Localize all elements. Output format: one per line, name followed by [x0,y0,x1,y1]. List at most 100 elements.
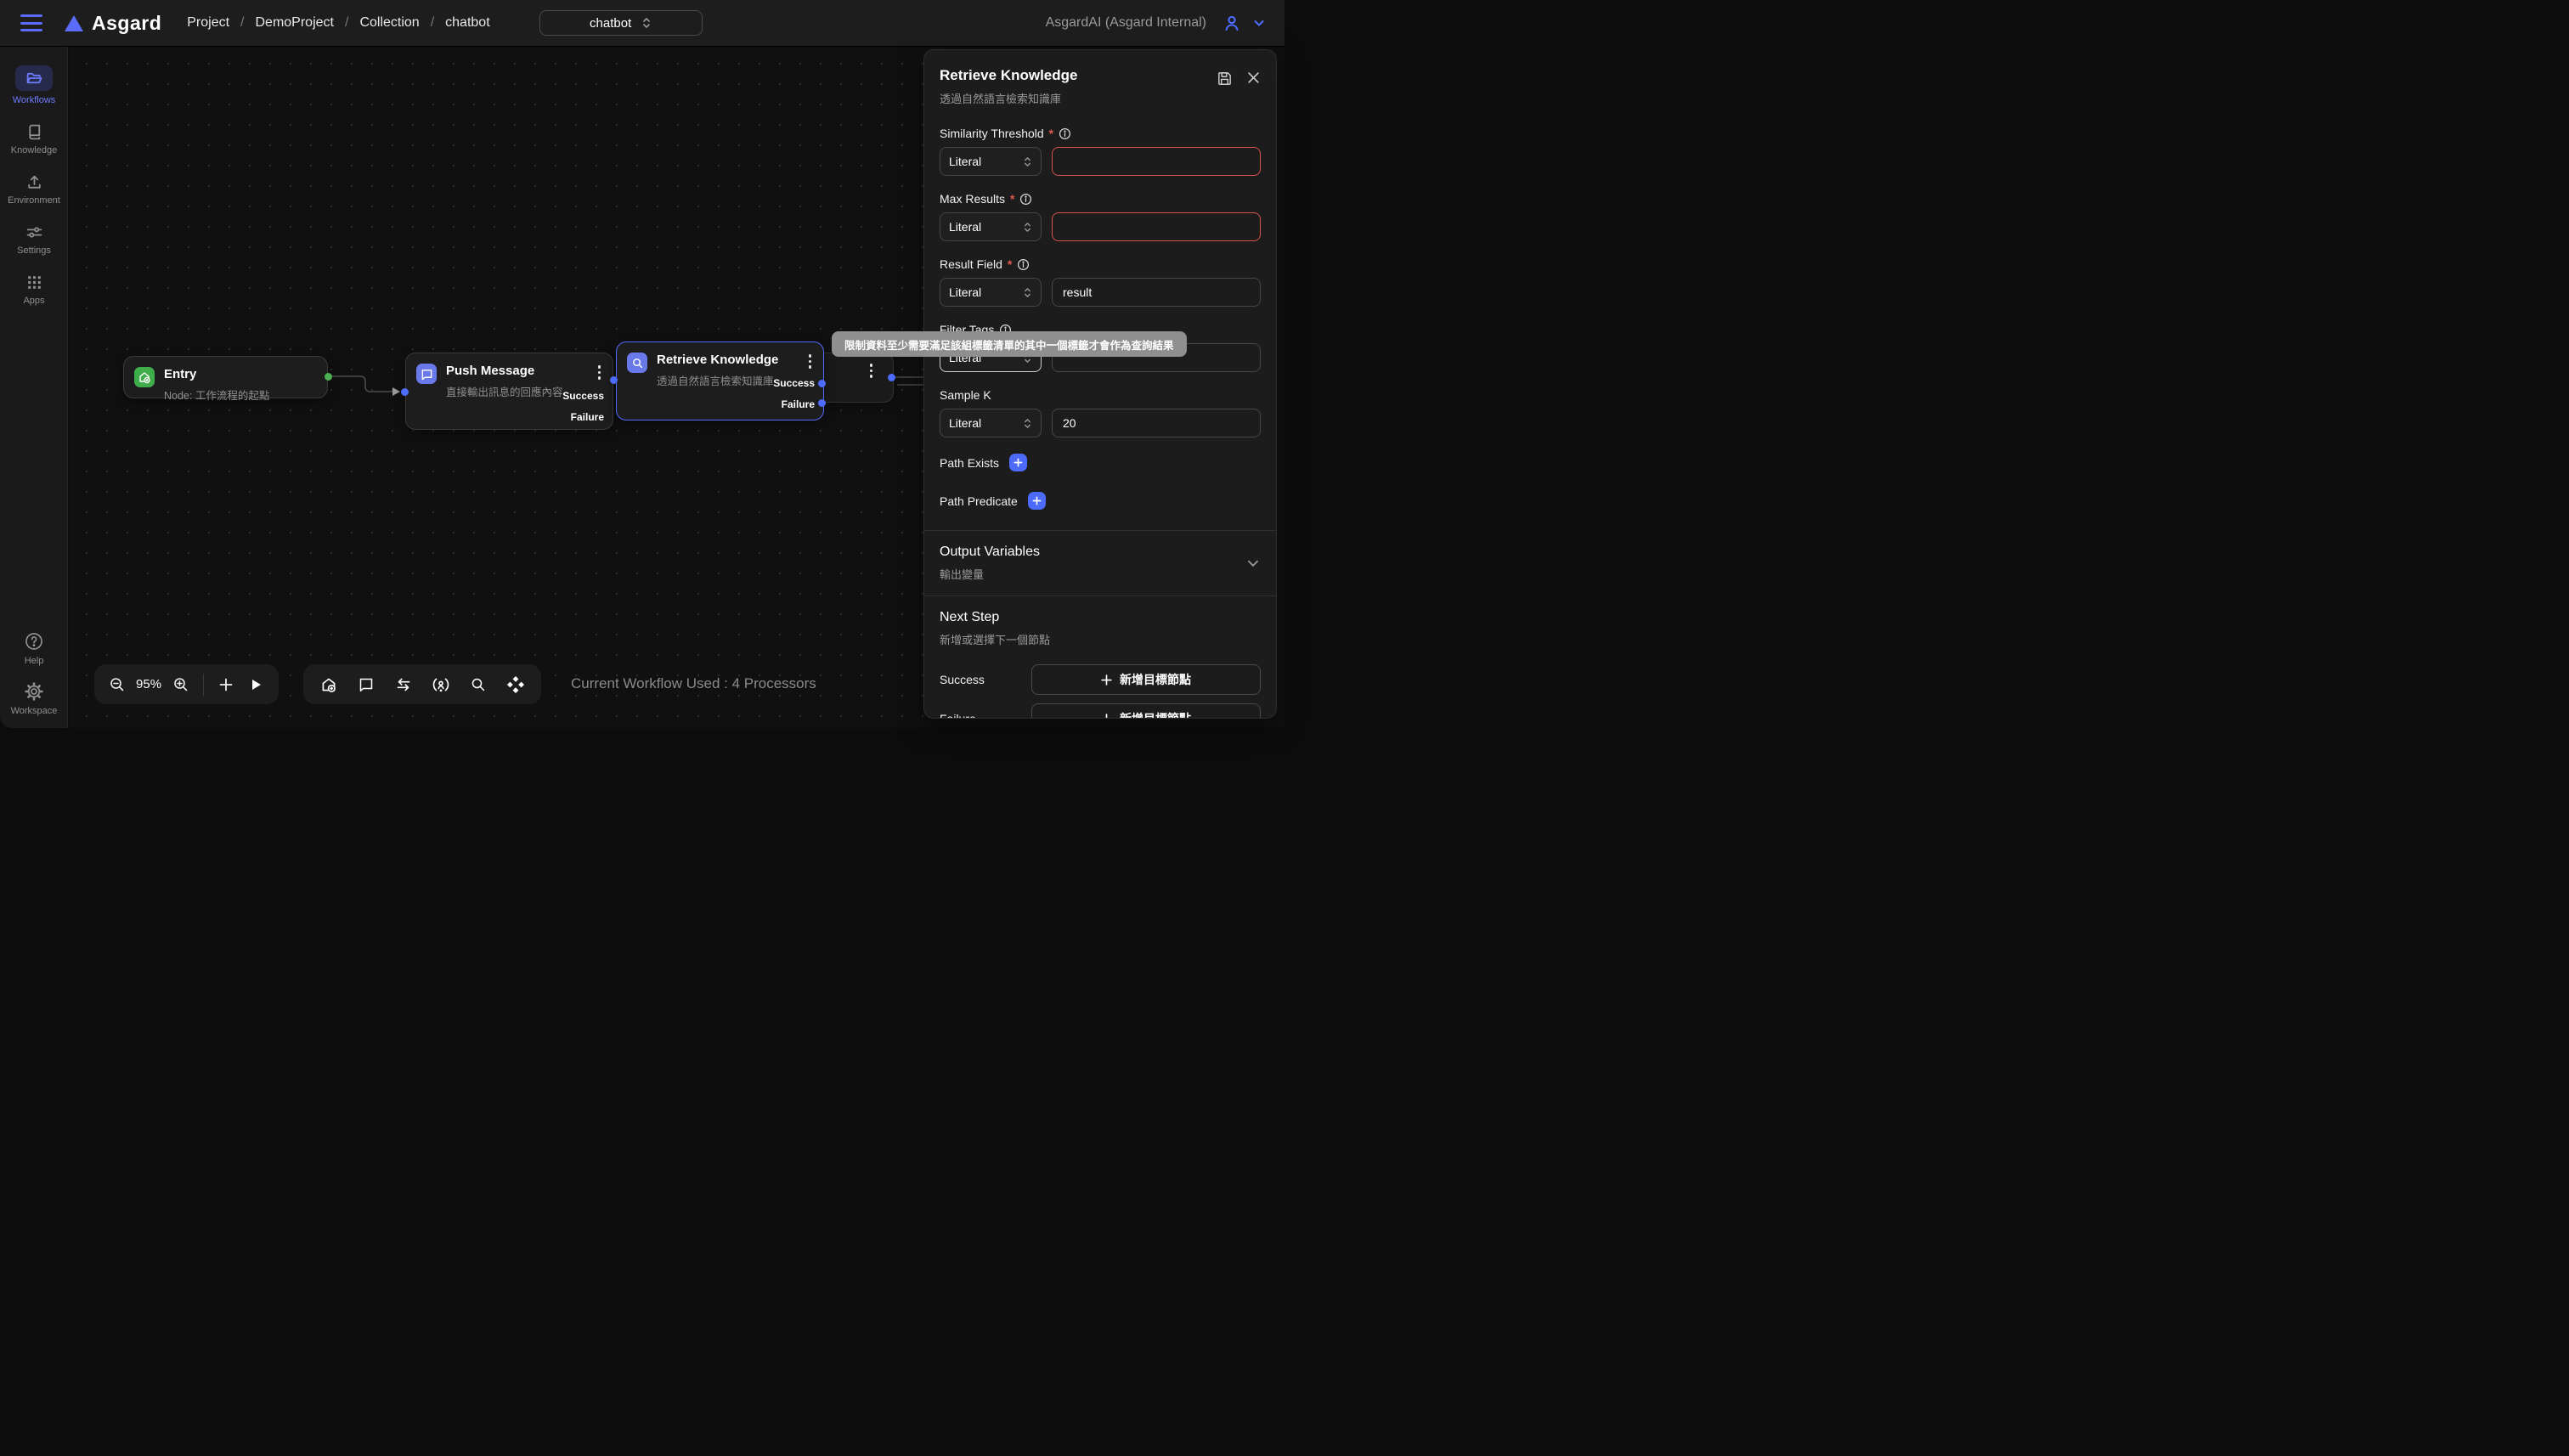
field-max-results: Max Results * Literal [940,192,1261,241]
output-variables-subtitle: 輸出變量 [940,566,1040,582]
node-title: Push Message [446,364,563,379]
next-step-title: Next Step [940,610,1261,625]
sidebar-item-settings[interactable]: Settings [0,223,68,256]
breadcrumb-item-collection[interactable]: Collection [359,15,419,31]
settings-sliders-icon [25,223,43,241]
port-label-success[interactable]: Success [562,390,604,402]
node-subtitle: Node: 工作流程的起點 [164,387,269,403]
user-icon[interactable] [1222,13,1242,33]
port-label-failure[interactable]: Failure [773,398,815,410]
sidebar-item-apps[interactable]: Apps [0,274,68,306]
search-node-tool-icon[interactable] [466,673,490,697]
port-partial-output[interactable] [888,374,895,381]
port-retrieve-success[interactable] [818,380,826,387]
node-menu-icon[interactable] [596,364,603,381]
workflow-selector[interactable]: chatbot [539,10,703,36]
next-step-failure-row: Failure 新增目標節點 [940,703,1261,719]
zoom-toolbar: 95% [94,664,279,704]
zoom-out-icon[interactable] [106,673,127,697]
add-path-exists-button[interactable] [1009,454,1027,471]
port-label-failure[interactable]: Failure [562,411,604,423]
logo-triangle-icon [65,15,83,31]
field-label: Max Results [940,192,1005,206]
add-success-target-button[interactable]: 新增目標節點 [1031,664,1261,695]
environment-upload-icon [25,173,43,191]
logic-node-tool-icon[interactable] [504,673,528,697]
chevron-down-icon[interactable] [1252,16,1266,30]
sidebar-item-workspace[interactable]: Workspace [0,681,68,716]
port-retrieve-failure[interactable] [818,399,826,407]
node-menu-icon[interactable] [807,353,814,370]
port-label-success[interactable]: Success [773,377,815,389]
add-path-predicate-button[interactable] [1028,492,1046,510]
knowledge-book-icon [25,123,43,141]
panel-title: Retrieve Knowledge [940,67,1078,84]
run-workflow-icon[interactable] [246,673,267,697]
breadcrumb-item-chatbot[interactable]: chatbot [445,15,489,31]
node-entry[interactable]: Entry Node: 工作流程的起點 [123,356,328,398]
swap-node-tool-icon[interactable] [392,673,415,697]
type-select[interactable]: Literal [940,212,1042,241]
node-subtitle: 直接輸出訊息的回應內容 [446,383,563,399]
apps-grid-icon [25,274,43,291]
node-push-message[interactable]: Push Message 直接輸出訊息的回應內容 Success Failure [405,353,613,430]
port-retrieve-input[interactable] [610,376,618,384]
filter-tags-tooltip: 限制資料至少需要滿足該組標籤清單的其中一個標籤才會作為查詢結果 [832,331,1187,357]
entry-node-icon [134,367,155,387]
output-variables-section[interactable]: Output Variables 輸出變量 [940,545,1261,582]
message-node-tool-icon[interactable] [354,673,378,697]
result-field-input[interactable] [1052,278,1261,307]
path-predicate-row: Path Predicate [940,492,1261,510]
node-title: Retrieve Knowledge [657,353,778,368]
node-subtitle: 透過自然語言檢索知識庫 [657,372,778,388]
save-icon[interactable] [1217,71,1233,87]
node-menu-icon[interactable] [868,362,875,380]
node-retrieve-knowledge[interactable]: Retrieve Knowledge 透過自然語言檢索知識庫 Success F… [616,341,824,420]
breadcrumb-item-project[interactable]: Project [187,15,229,31]
breadcrumb: Project / DemoProject / Collection / cha… [187,15,489,31]
port-push-input[interactable] [401,388,409,396]
field-label: Result Field [940,257,1002,271]
info-icon[interactable] [1059,127,1071,140]
panel-divider [924,595,1276,596]
account-menu[interactable]: AsgardAI (Asgard Internal) [1046,13,1284,33]
help-icon [24,631,44,652]
panel-divider [924,530,1276,531]
sidebar-item-workflows[interactable]: Workflows [0,65,68,105]
required-mark: * [1008,257,1012,271]
zoom-in-icon[interactable] [170,673,191,697]
breadcrumb-item-demoproject[interactable]: DemoProject [256,15,334,31]
next-step-section: Next Step 新增或選擇下一個節點 Success 新增目標節點 Fail… [940,610,1261,719]
menu-icon[interactable] [20,14,42,31]
path-exists-label: Path Exists [940,456,999,470]
field-label: Sample K [940,388,991,402]
add-node-icon[interactable] [216,673,237,697]
add-failure-target-button[interactable]: 新增目標節點 [1031,703,1261,719]
required-mark: * [1049,127,1053,140]
type-select[interactable]: Literal [940,147,1042,176]
required-mark: * [1010,192,1014,206]
path-exists-row: Path Exists [940,454,1261,471]
sidebar-item-knowledge[interactable]: Knowledge [0,123,68,155]
intent-node-tool-icon[interactable] [429,673,453,697]
max-results-input[interactable] [1052,212,1261,241]
output-variables-title: Output Variables [940,545,1040,560]
path-predicate-label: Path Predicate [940,494,1018,508]
chevron-down-icon[interactable] [1245,556,1261,571]
field-similarity-threshold: Similarity Threshold * Literal [940,127,1261,176]
retrieve-knowledge-node-icon [627,353,647,373]
sample-k-input[interactable] [1052,409,1261,437]
info-icon[interactable] [1019,193,1032,206]
info-icon[interactable] [1017,258,1030,271]
sidebar-item-environment[interactable]: Environment [0,173,68,206]
entry-node-tool-icon[interactable] [317,673,341,697]
workflow-usage-status: Current Workflow Used : 4 Processors [571,675,816,692]
similarity-threshold-input[interactable] [1052,147,1261,176]
type-select[interactable]: Literal [940,409,1042,437]
close-icon[interactable] [1246,71,1261,85]
field-result-field: Result Field * Literal [940,257,1261,307]
toolbar-divider [203,674,204,696]
type-select[interactable]: Literal [940,278,1042,307]
sidebar-item-help[interactable]: Help [0,631,68,666]
port-entry-output[interactable] [325,373,332,381]
